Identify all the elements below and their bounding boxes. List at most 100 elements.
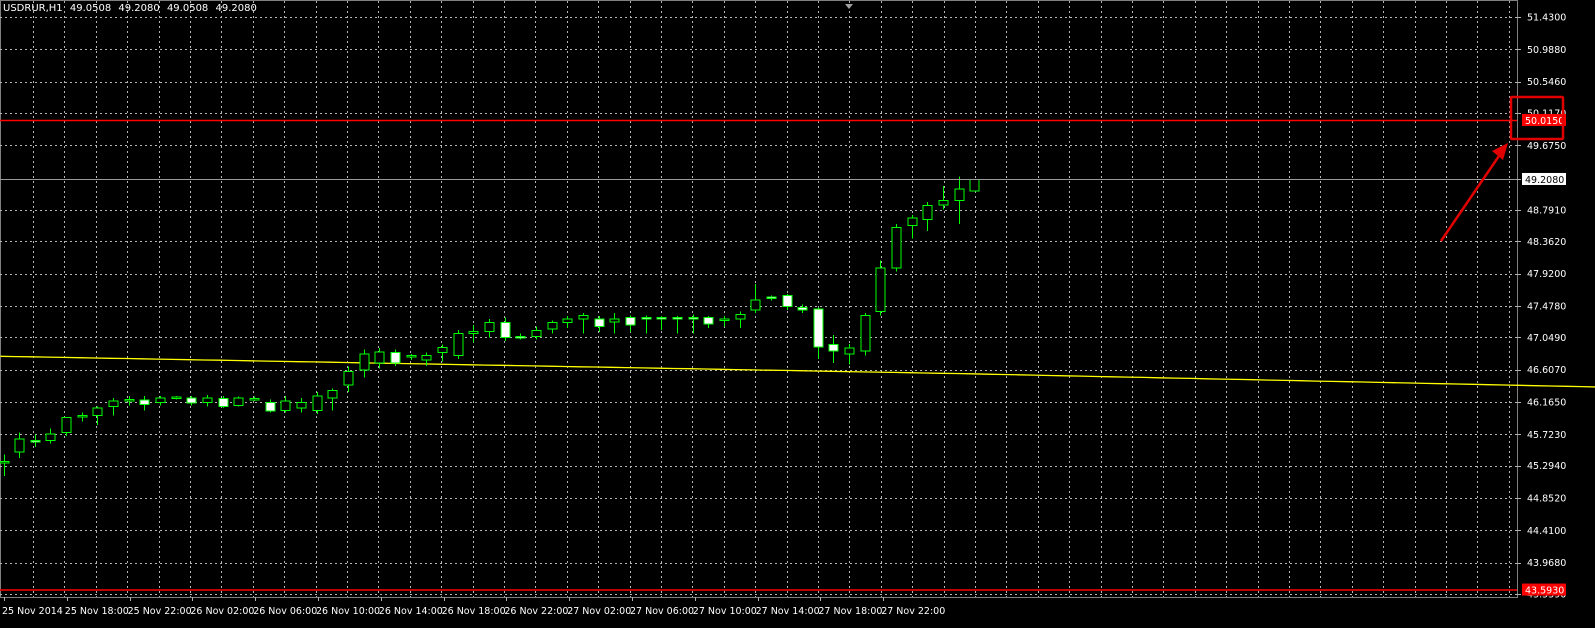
candle (656, 316, 667, 330)
y-tick-label: 50.5460 (1527, 77, 1566, 88)
x-tick-label: 26 Nov 22:00 (504, 606, 568, 617)
candle (124, 395, 135, 406)
moving-average-layer (0, 355, 1595, 388)
candle (735, 311, 746, 328)
candles (0, 176, 980, 477)
candle (594, 316, 605, 333)
candle (171, 395, 182, 400)
x-tick-label: 25 Nov 22:00 (128, 606, 192, 617)
y-tick-label: 47.4780 (1527, 301, 1566, 312)
candle-body (218, 398, 229, 408)
candle (578, 313, 589, 334)
candle-body (641, 317, 652, 320)
x-tick-label: 26 Nov 14:00 (379, 606, 443, 617)
candle-body (296, 401, 307, 409)
candle (45, 428, 56, 444)
y-tick-label: 49.6750 (1527, 141, 1566, 152)
candle-body (327, 390, 338, 399)
annotation-arrow (1439, 152, 1503, 242)
candle-body (0, 461, 10, 464)
candle-body (625, 317, 636, 326)
ohlc-high: 49.2080 (118, 3, 160, 14)
candle (907, 215, 918, 239)
candle (233, 396, 244, 407)
candle (0, 454, 10, 477)
candle-body (171, 396, 182, 400)
chart-window[interactable]: 51.430050.988050.546050.117049.675049.20… (0, 0, 1595, 628)
candle-body (374, 351, 385, 364)
candle-body (202, 397, 213, 403)
candle-body (813, 308, 824, 348)
candle (609, 313, 620, 334)
candle-body (703, 317, 714, 325)
x-tick-label: 27 Nov 14:00 (756, 606, 820, 617)
candle (797, 304, 808, 314)
candle-body (468, 330, 479, 335)
x-tick-label: 27 Nov 22:00 (881, 606, 945, 617)
candle-body (437, 347, 448, 354)
candle (218, 395, 229, 409)
candle-body (828, 344, 839, 352)
candle-body (186, 397, 197, 404)
y-tick-label: 45.7230 (1527, 430, 1566, 441)
candle-body (735, 314, 746, 320)
x-tick-label: 27 Nov 06:00 (630, 606, 694, 617)
candle-body (108, 400, 119, 408)
candle-body (609, 318, 620, 323)
candle (468, 324, 479, 343)
candle (766, 295, 777, 301)
candle (547, 320, 558, 334)
candle-body (594, 318, 605, 327)
candle (875, 260, 886, 316)
horizontal-levels[interactable] (0, 119, 1517, 591)
candle-body (359, 353, 370, 371)
candle-body (938, 200, 949, 206)
candle-body (515, 336, 526, 339)
candle-body (155, 397, 166, 403)
candle (359, 349, 370, 378)
ohlc-low: 49.0508 (166, 3, 209, 14)
candle (327, 388, 338, 411)
chart-shift-marker-icon[interactable] (845, 4, 853, 9)
price-chart[interactable]: 51.430050.988050.546050.117049.675049.20… (0, 0, 1595, 628)
candle-body (954, 188, 965, 202)
candle (139, 395, 150, 411)
grid (0, 0, 1518, 598)
candle-body (891, 227, 902, 269)
price-axis[interactable]: 51.430050.988050.546050.117049.675049.20… (1517, 13, 1566, 601)
candle (437, 344, 448, 362)
candle-body (531, 330, 542, 338)
candle-body (139, 399, 150, 406)
candle (500, 317, 511, 341)
candle (155, 395, 166, 406)
lower-level-price-tag: 43.5930 (1525, 586, 1564, 597)
y-tick-label: 50.9880 (1527, 45, 1566, 56)
y-tick-label: 45.2940 (1527, 461, 1566, 472)
candle (92, 406, 103, 426)
candle-body (233, 397, 244, 406)
ohlc-close: 49.2080 (215, 3, 257, 14)
candle (782, 294, 793, 311)
x-tick-label: 26 Nov 10:00 (316, 606, 380, 617)
candle-body (312, 395, 323, 411)
candle (750, 283, 761, 314)
candle (30, 434, 41, 447)
candle-body (672, 317, 683, 320)
candle (374, 348, 385, 369)
y-tick-label: 48.3620 (1527, 237, 1566, 248)
candle-body (61, 417, 72, 433)
y-tick-label: 48.7910 (1527, 205, 1566, 216)
current-price-tag: 49.2080 (1525, 175, 1564, 186)
y-tick-label: 47.9200 (1527, 269, 1566, 280)
candle-body (45, 433, 56, 441)
candle (954, 176, 965, 224)
candle (813, 307, 824, 360)
candle-body (797, 306, 808, 311)
time-axis[interactable]: 25 Nov 2014 25 Nov 18:0025 Nov 22:0026 No… (2, 597, 945, 617)
candle-body (249, 398, 260, 401)
candle (969, 178, 980, 192)
annotations (845, 4, 1565, 242)
candle (202, 395, 213, 407)
candle-body (421, 355, 432, 361)
y-tick-label: 44.4100 (1527, 526, 1566, 537)
